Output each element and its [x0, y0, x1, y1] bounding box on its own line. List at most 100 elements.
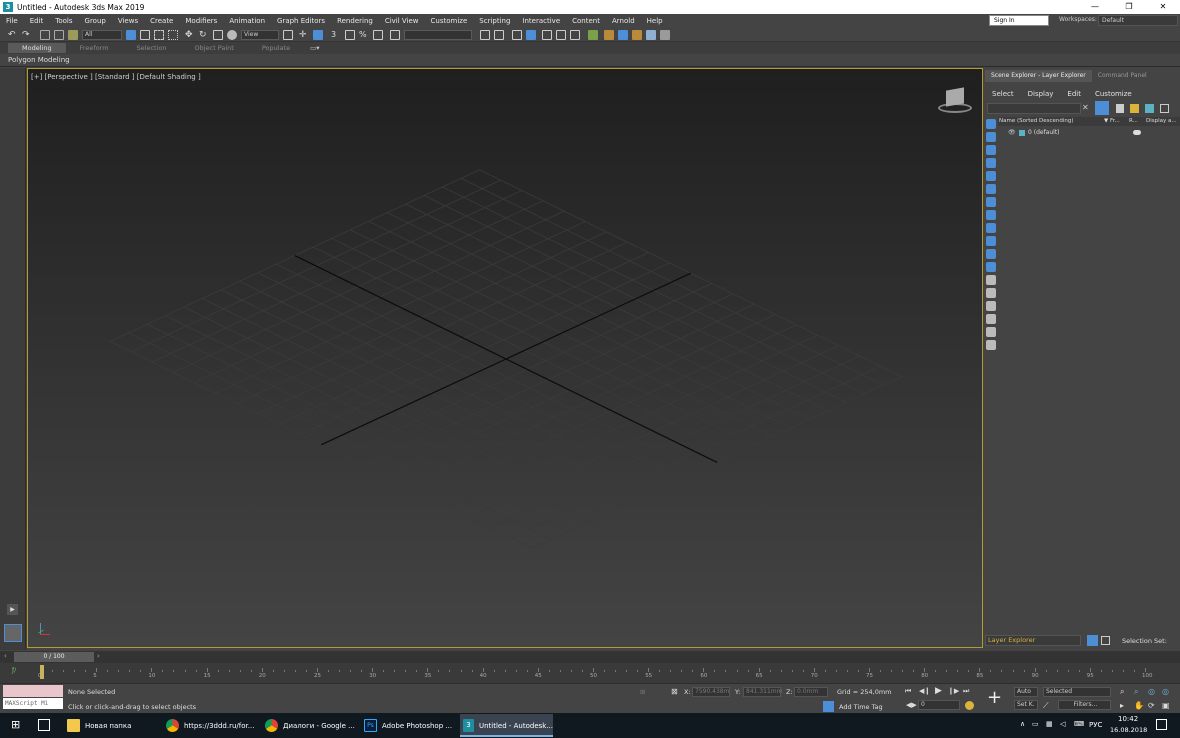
window-crossing-icon[interactable] — [168, 30, 178, 40]
render-setup-icon[interactable] — [604, 30, 614, 40]
x-coordinate-field[interactable]: 7590.438m — [692, 687, 730, 697]
set-key-big-icon[interactable]: + — [987, 687, 1002, 708]
display-lights-icon[interactable] — [986, 145, 996, 155]
display-containers-icon[interactable] — [986, 236, 996, 246]
add-to-layer-icon[interactable] — [1145, 104, 1154, 113]
keyboard-shortcut-override-icon[interactable] — [313, 30, 323, 40]
action-center-icon[interactable] — [1156, 719, 1167, 730]
display-none-icon[interactable] — [986, 288, 996, 298]
column-display[interactable]: Display a... — [1146, 117, 1177, 126]
tray-up-arrow-icon[interactable]: ∧ — [1020, 720, 1025, 728]
layer-explorer-select[interactable]: Layer Explorer — [985, 635, 1081, 646]
taskbar-item-chrome-dialogs[interactable]: Диалоги - Google ... — [262, 714, 359, 737]
tray-usb-icon[interactable]: ▭ — [1032, 720, 1039, 728]
minimize-button[interactable]: — — [1078, 0, 1112, 14]
taskbar-item-3dsmax[interactable]: 3 Untitled - Autodesk... — [460, 714, 553, 737]
current-frame-field[interactable]: 0 — [918, 700, 960, 710]
render-teapot-icon[interactable] — [1133, 130, 1141, 135]
perspective-viewport[interactable]: [+] [Perspective ] [Standard ] [Default … — [27, 68, 983, 648]
display-groups-icon[interactable] — [986, 197, 996, 207]
render-production-icon[interactable] — [632, 30, 642, 40]
zoom-extents-all-icon[interactable]: ◎ — [1162, 687, 1169, 696]
clear-search-icon[interactable]: ✕ — [1082, 103, 1089, 112]
link-icon[interactable] — [40, 30, 50, 40]
play-icon[interactable]: ▶ — [935, 686, 942, 696]
ribbon-options-icon[interactable]: ▭▾ — [304, 43, 325, 53]
menu-customize[interactable]: Customize — [425, 17, 474, 25]
absolute-mode-icon[interactable]: ⊠ — [671, 687, 678, 696]
named-selection-sets-select[interactable] — [404, 30, 472, 40]
undo-icon[interactable]: ↶ — [8, 30, 18, 40]
display-frozen-icon[interactable] — [986, 249, 996, 259]
column-renderable[interactable]: R... — [1129, 117, 1138, 126]
zoom-all-icon[interactable]: ⌕ — [1134, 687, 1138, 697]
prev-frame-icon[interactable]: ‹ — [4, 652, 7, 660]
tab-freeform[interactable]: Freeform — [66, 43, 123, 53]
material-editor-icon[interactable] — [588, 30, 598, 40]
layer-explorer-icon[interactable] — [1087, 635, 1098, 646]
auto-key-button[interactable]: Auto — [1014, 687, 1038, 697]
field-of-view-icon[interactable]: ▸ — [1120, 701, 1124, 710]
go-to-end-icon[interactable]: ⏭ — [963, 687, 969, 696]
display-shapes-icon[interactable] — [986, 132, 996, 142]
tab-populate[interactable]: Populate — [248, 43, 304, 53]
bind-space-warp-icon[interactable] — [68, 30, 78, 40]
viewcube-icon[interactable] — [936, 85, 974, 117]
menu-create[interactable]: Create — [144, 17, 179, 25]
menu-edit[interactable]: Edit — [24, 17, 50, 25]
menu-views[interactable]: Views — [112, 17, 144, 25]
redo-icon[interactable]: ↷ — [22, 30, 32, 40]
scale-icon[interactable] — [213, 30, 223, 40]
menu-arnold[interactable]: Arnold — [606, 17, 641, 25]
viewport-layout-thumbnail[interactable] — [4, 624, 22, 642]
tab-object-paint[interactable]: Object Paint — [181, 43, 248, 53]
set-key-button[interactable]: Set K. — [1014, 700, 1038, 710]
mini-curve-editor-icon[interactable]: ƒ∕ — [12, 667, 16, 674]
render-in-cloud-icon[interactable] — [646, 30, 656, 40]
previous-frame-icon[interactable]: ◀❙ — [919, 687, 930, 695]
rendered-frame-window-icon[interactable] — [618, 30, 628, 40]
menu-graph-editors[interactable]: Graph Editors — [271, 17, 331, 25]
display-layers-icon[interactable] — [986, 340, 996, 350]
sign-in-dropdown[interactable]: Sign In — [989, 15, 1049, 26]
unlink-icon[interactable] — [54, 30, 64, 40]
clock-time[interactable]: 10:42 — [1118, 715, 1138, 723]
schematic-view-icon[interactable] — [570, 30, 580, 40]
display-bones-icon[interactable] — [986, 223, 996, 233]
column-frozen[interactable]: ▼ Fr... — [1104, 117, 1120, 126]
polygon-modeling-label[interactable]: Polygon Modeling — [8, 56, 70, 64]
display-filter-icon[interactable] — [986, 327, 996, 337]
maxscript-listener-top[interactable] — [3, 685, 63, 697]
column-name[interactable]: Name (Sorted Descending) — [999, 117, 1074, 126]
lock-icon[interactable] — [1116, 104, 1124, 113]
rotate-icon[interactable]: ↻ — [199, 30, 209, 40]
maximize-button[interactable]: ❐ — [1112, 0, 1146, 14]
display-geometry-icon[interactable] — [986, 119, 996, 129]
menu-rendering[interactable]: Rendering — [331, 17, 379, 25]
rectangular-selection-icon[interactable] — [154, 30, 164, 40]
layer-list-icon[interactable] — [1160, 104, 1169, 113]
taskbar-item-chrome-3ddd[interactable]: https://3ddd.ru/for... — [163, 714, 260, 737]
task-view-icon[interactable] — [38, 719, 50, 731]
current-frame-marker[interactable] — [40, 665, 44, 679]
key-filter-select[interactable]: Selected — [1043, 687, 1111, 697]
input-language[interactable]: РУС — [1089, 721, 1102, 729]
explorer-menu-select[interactable]: Select — [985, 88, 1021, 100]
display-all-icon[interactable] — [986, 275, 996, 285]
add-time-tag[interactable]: Add Time Tag — [839, 703, 883, 711]
taskbar-item-folder[interactable]: Новая папка — [64, 714, 161, 737]
close-button[interactable]: ✕ — [1146, 0, 1180, 14]
display-hidden-icon[interactable] — [986, 262, 996, 272]
select-by-name-icon[interactable] — [140, 30, 150, 40]
layer-row[interactable]: 👁 0 (default) — [998, 128, 1180, 137]
y-coordinate-field[interactable]: 841.311mm — [743, 687, 783, 697]
clock-date[interactable]: 16.08.2018 — [1110, 726, 1147, 734]
display-funnel-icon[interactable] — [986, 314, 996, 324]
taskbar-item-photoshop[interactable]: Ps Adobe Photoshop ... — [361, 714, 458, 737]
reference-coord-select[interactable]: View — [241, 30, 279, 40]
time-configuration-icon[interactable] — [965, 701, 974, 710]
tab-scene-explorer[interactable]: Scene Explorer - Layer Explorer — [985, 70, 1092, 82]
next-frame-button-icon[interactable]: ❙▶ — [948, 687, 959, 695]
curve-editor-icon[interactable] — [556, 30, 566, 40]
time-slider-thumb[interactable]: 0 / 100 — [14, 652, 94, 662]
